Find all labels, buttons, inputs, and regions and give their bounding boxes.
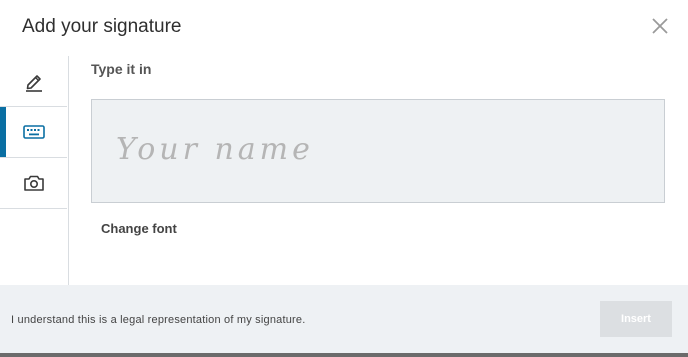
close-icon <box>652 18 668 34</box>
tab-type[interactable] <box>0 107 67 158</box>
tab-draw[interactable] <box>0 56 67 107</box>
legal-notice: I understand this is a legal representat… <box>11 314 306 326</box>
insert-button[interactable]: Insert <box>600 301 672 337</box>
dialog-footer: I understand this is a legal representat… <box>0 285 688 353</box>
section-label: Type it in <box>91 61 152 77</box>
signature-method-tabs <box>0 56 69 285</box>
pencil-icon <box>25 75 42 92</box>
change-font-link[interactable]: Change font <box>101 221 177 236</box>
close-button[interactable] <box>648 14 672 38</box>
signature-input-box[interactable]: Your name <box>91 99 665 203</box>
dialog-title: Add your signature <box>22 16 182 37</box>
tab-photo[interactable] <box>0 158 67 209</box>
signature-dialog: Add your signature Type it in Your name … <box>0 0 688 357</box>
camera-icon <box>23 175 44 191</box>
signature-input[interactable] <box>92 100 664 202</box>
bottom-divider <box>0 353 688 357</box>
keyboard-icon <box>22 125 45 139</box>
